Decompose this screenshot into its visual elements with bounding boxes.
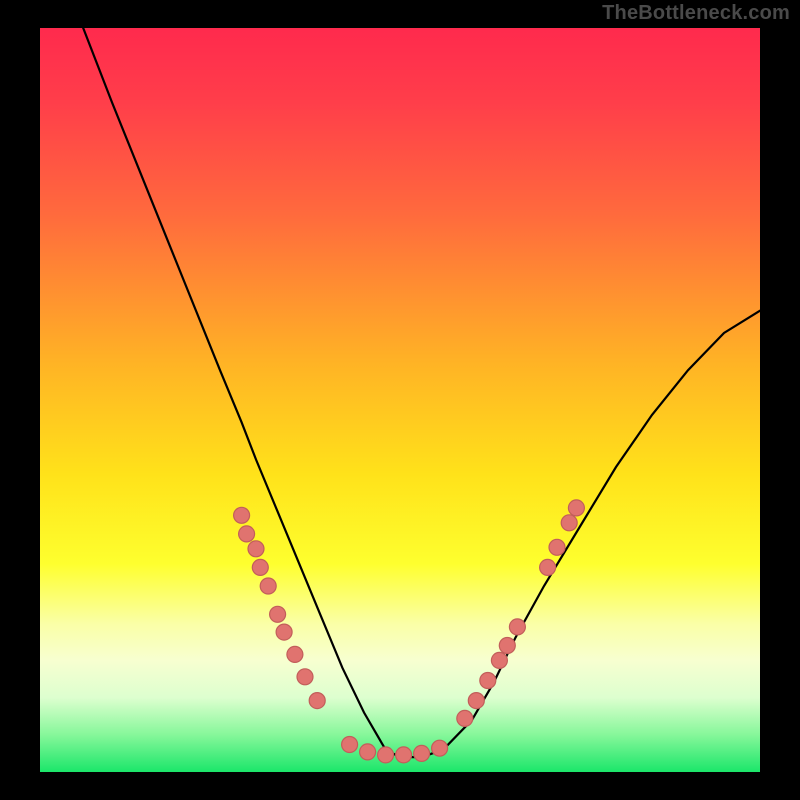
data-dot: [248, 541, 264, 557]
data-dot: [480, 673, 496, 689]
bottleneck-curve: [83, 28, 760, 757]
data-dot: [297, 669, 313, 685]
data-dot: [234, 507, 250, 523]
data-dot: [378, 747, 394, 763]
data-dot: [540, 559, 556, 575]
chart-frame: TheBottleneck.com: [0, 0, 800, 800]
data-dot: [491, 652, 507, 668]
data-dot: [568, 500, 584, 516]
data-dot: [509, 619, 525, 635]
data-dot: [432, 740, 448, 756]
curve-svg: [40, 28, 760, 772]
data-dot: [309, 693, 325, 709]
data-dot: [468, 693, 484, 709]
curve-path: [83, 28, 760, 757]
data-dot: [360, 744, 376, 760]
data-dot: [414, 745, 430, 761]
data-dot: [396, 747, 412, 763]
data-dot: [287, 646, 303, 662]
data-dot: [239, 526, 255, 542]
watermark-text: TheBottleneck.com: [602, 2, 790, 25]
scatter-dots: [234, 500, 585, 763]
data-dot: [499, 638, 515, 654]
data-dot: [276, 624, 292, 640]
data-dot: [549, 539, 565, 555]
data-dot: [260, 578, 276, 594]
plot-area: [40, 28, 760, 772]
data-dot: [561, 515, 577, 531]
data-dot: [342, 737, 358, 753]
data-dot: [270, 606, 286, 622]
data-dot: [252, 559, 268, 575]
data-dot: [457, 710, 473, 726]
